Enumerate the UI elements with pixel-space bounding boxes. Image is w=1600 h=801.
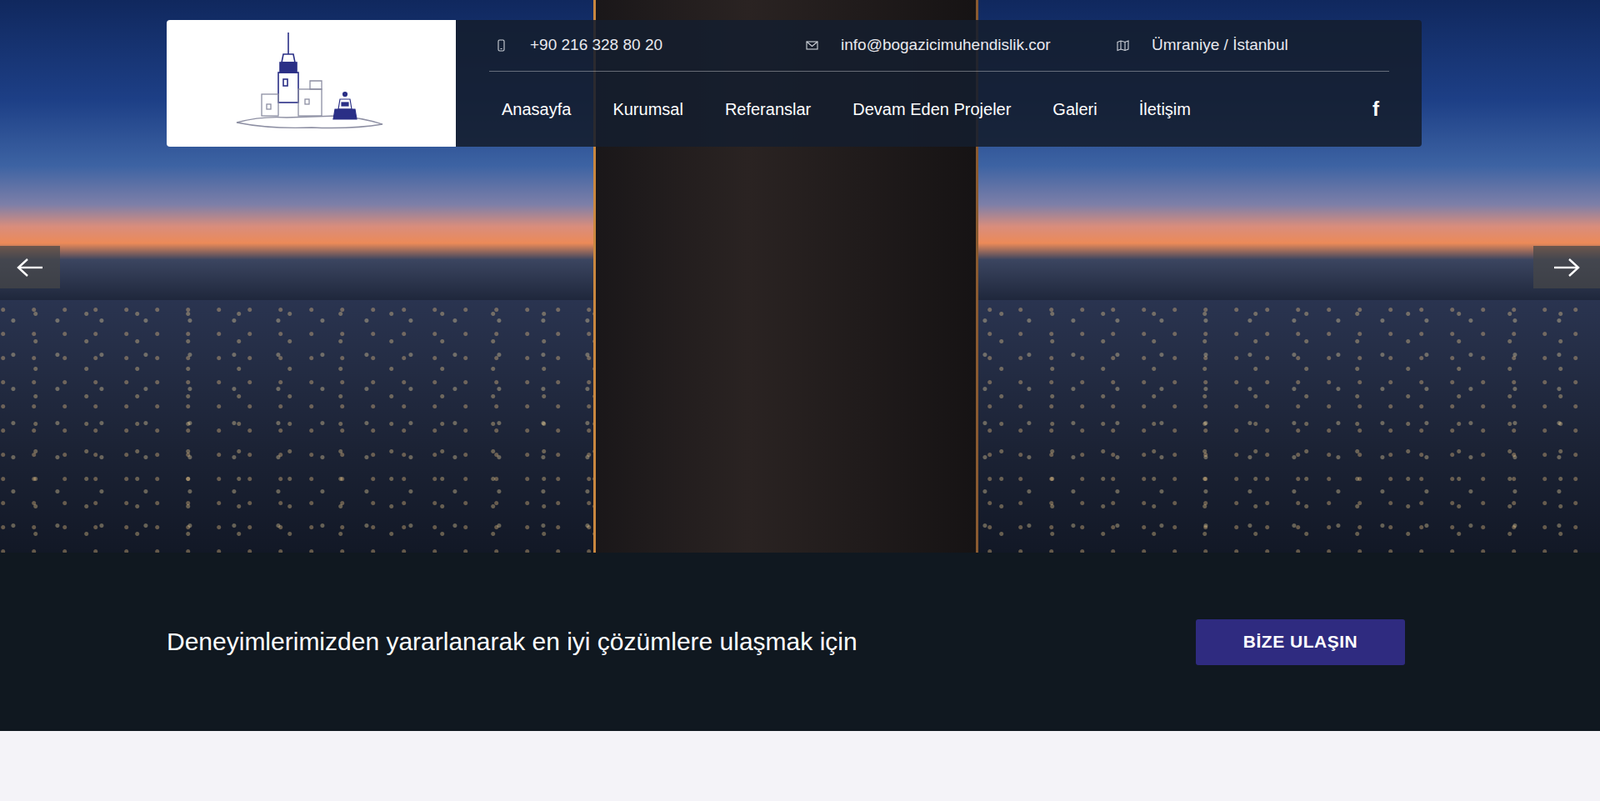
contact-text: info@bogazicimuhendislik.cor xyxy=(840,33,1051,58)
nav-item[interactable]: Devam Eden Projeler xyxy=(831,91,1032,127)
site-header: +90 216 328 80 20 info@bogazicimuhendisli… xyxy=(166,20,1422,147)
phone-icon xyxy=(495,39,508,52)
previous-slide-button[interactable] xyxy=(0,245,60,289)
nav-item[interactable]: Galeri xyxy=(1031,91,1118,127)
contact-text: +90 216 328 80 20 xyxy=(530,33,663,58)
nav-item[interactable]: İletişim xyxy=(1118,91,1212,127)
contact-bar: +90 216 328 80 20 info@bogazicimuhendisli… xyxy=(489,20,1390,72)
logo[interactable] xyxy=(166,20,456,147)
contact-address[interactable]: Ümraniye / İstanbul xyxy=(1110,33,1289,58)
header-panel: +90 216 328 80 20 info@bogazicimuhendisli… xyxy=(455,20,1422,147)
content-area xyxy=(0,730,1600,801)
envelope-icon xyxy=(805,39,819,52)
contact-text: Ümraniye / İstanbul xyxy=(1151,33,1289,58)
arrow-right-icon xyxy=(1552,257,1581,278)
lighthouse-logo-icon xyxy=(228,29,395,138)
cta-text: Deneyimlerimizden yararlanarak en iyi çö… xyxy=(166,626,858,657)
nav-item[interactable]: Anasayfa xyxy=(489,91,592,127)
nav-item[interactable]: Kurumsal xyxy=(591,91,704,127)
contact-us-button[interactable]: BİZE ULAŞIN xyxy=(1195,619,1405,665)
map-icon xyxy=(1116,39,1130,52)
contact-email[interactable]: info@bogazicimuhendislik.cor xyxy=(800,33,1111,58)
next-slide-button[interactable] xyxy=(1533,245,1600,289)
nav-item[interactable]: Referanslar xyxy=(704,91,832,127)
main-menu: AnasayfaKurumsalReferanslarDevam Eden Pr… xyxy=(489,71,1390,147)
cta-band: Deneyimlerimizden yararlanarak en iyi çö… xyxy=(0,552,1600,731)
hero-slider: +90 216 328 80 20 info@bogazicimuhendisli… xyxy=(0,0,1600,553)
facebook-link[interactable]: f xyxy=(1362,92,1390,126)
arrow-left-icon xyxy=(15,257,45,278)
contact-phone[interactable]: +90 216 328 80 20 xyxy=(489,33,800,58)
